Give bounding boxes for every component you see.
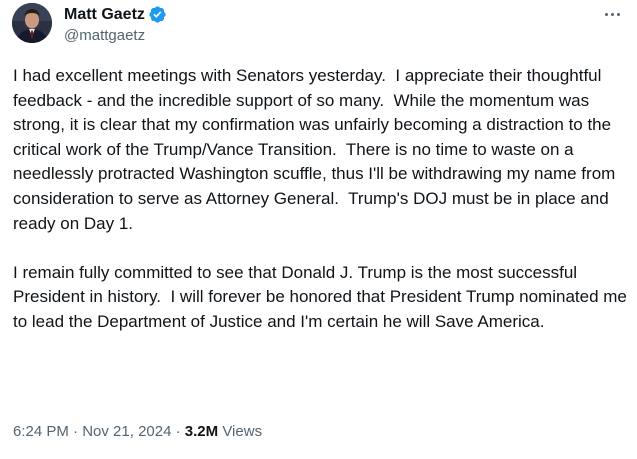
meta-separator: · [171, 423, 185, 440]
meta-separator: · [68, 423, 83, 440]
more-dot [610, 12, 614, 16]
more-horizontal-icon [604, 12, 608, 16]
author-handle[interactable]: @mattgaetz [64, 26, 167, 46]
views-label: Views [222, 423, 263, 440]
views-count: 3.2M [184, 423, 219, 440]
tweet-timestamp-link[interactable]: 6:24 PM · Nov 21, 2024 [13, 423, 171, 440]
author-block: Matt Gaetz @mattgaetz [64, 4, 167, 46]
tweet-paragraph: I remain fully committed to see that Don… [13, 262, 632, 331]
tweet: Matt Gaetz @mattgaetz I had excellent me… [0, 0, 637, 459]
verified-badge-icon[interactable] [148, 5, 167, 24]
tweet-date: Nov 21, 2024 [82, 423, 172, 440]
more-dot [616, 12, 620, 16]
tweet-meta: 6:24 PM · Nov 21, 2024 · 3.2M Views [13, 423, 262, 440]
more-options-button[interactable] [601, 4, 623, 24]
author-display-name[interactable]: Matt Gaetz [64, 5, 145, 25]
tweet-time: 6:24 PM [13, 423, 69, 440]
author-name-row: Matt Gaetz [64, 4, 167, 25]
tweet-paragraph: I had excellent meetings with Senators y… [13, 66, 621, 233]
avatar-image [12, 3, 52, 43]
tweet-text: I had excellent meetings with Senators y… [13, 64, 633, 335]
avatar[interactable] [12, 3, 52, 43]
